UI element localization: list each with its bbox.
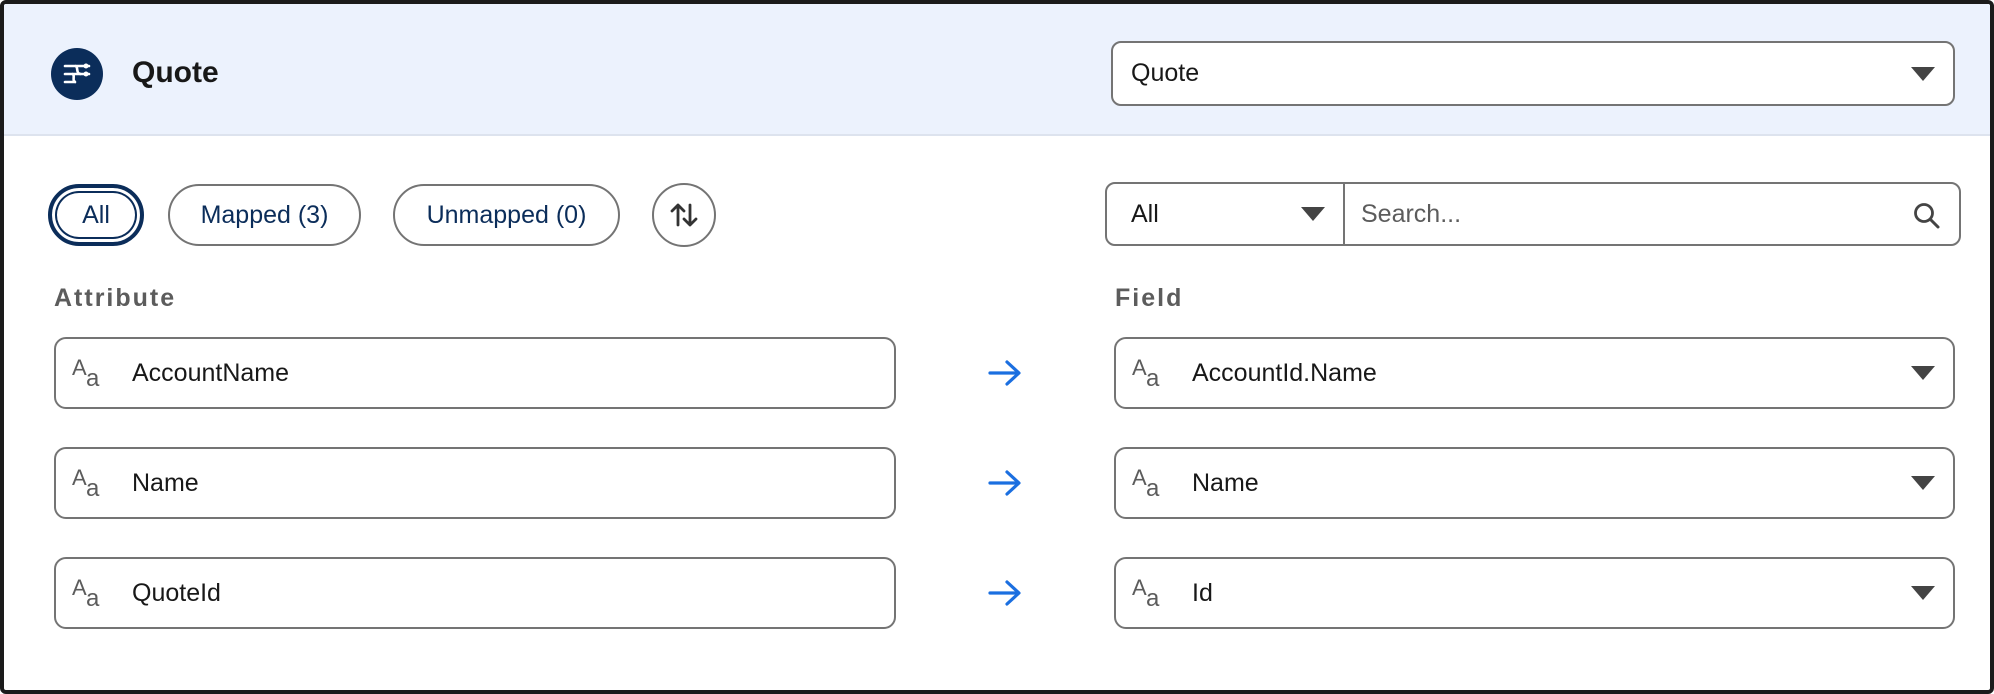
search-field-wrapper (1345, 184, 1959, 244)
page-title: Quote (132, 56, 219, 89)
attribute-name: AccountName (132, 358, 290, 387)
search-scope-value: All (1131, 199, 1159, 228)
attribute-row-name: Aa Name (54, 447, 896, 519)
field-name: Id (1192, 578, 1213, 607)
attribute-column-header: Attribute (54, 284, 177, 312)
chevron-down-icon (1911, 66, 1935, 81)
filter-mapped-label: Mapped (3) (200, 200, 329, 229)
filter-unmapped-button[interactable]: Unmapped (0) (393, 184, 620, 246)
text-type-icon: Aa (72, 465, 100, 502)
text-type-icon: Aa (72, 575, 100, 612)
arrow-right-icon (988, 360, 1021, 386)
filter-all-button[interactable]: All (48, 184, 144, 246)
attribute-name: QuoteId (132, 578, 221, 607)
attribute-name: Name (132, 468, 199, 497)
mapping-panel: Quote Quote All Mapped (3) Unmapped (0) … (0, 0, 1994, 694)
search-icon[interactable] (1913, 202, 1941, 230)
search-combobox: All (1105, 182, 1961, 246)
chevron-down-icon (1911, 366, 1935, 380)
chevron-down-icon (1911, 586, 1935, 600)
panel-header: Quote Quote (4, 4, 1990, 136)
filter-unmapped-label: Unmapped (0) (426, 200, 587, 229)
field-name: Name (1192, 468, 1259, 497)
search-input[interactable] (1361, 184, 1959, 244)
field-column-header: Field (1115, 284, 1184, 312)
text-type-icon: Aa (72, 355, 100, 392)
object-select-value: Quote (1131, 59, 1200, 87)
field-select-accountid-name[interactable]: Aa AccountId.Name (1114, 337, 1955, 409)
attribute-row-accountname: Aa AccountName (54, 337, 896, 409)
sort-arrows-icon (670, 203, 698, 227)
field-name: AccountId.Name (1192, 358, 1377, 387)
arrow-right-icon (988, 580, 1021, 606)
arrow-right-icon (988, 470, 1021, 496)
text-type-icon: Aa (1132, 355, 1160, 392)
search-scope-select[interactable]: All (1107, 184, 1345, 244)
filter-all-label: All (82, 200, 110, 229)
sort-button[interactable] (652, 183, 716, 247)
filter-mapped-button[interactable]: Mapped (3) (168, 184, 361, 246)
text-type-icon: Aa (1132, 575, 1160, 612)
field-select-id[interactable]: Aa Id (1114, 557, 1955, 629)
text-type-icon: Aa (1132, 465, 1160, 502)
attribute-row-quoteid: Aa QuoteId (54, 557, 896, 629)
object-select[interactable]: Quote (1111, 41, 1955, 106)
field-select-name[interactable]: Aa Name (1114, 447, 1955, 519)
chevron-down-icon (1301, 207, 1325, 221)
chevron-down-icon (1911, 476, 1935, 490)
data-mapping-icon (51, 48, 103, 100)
